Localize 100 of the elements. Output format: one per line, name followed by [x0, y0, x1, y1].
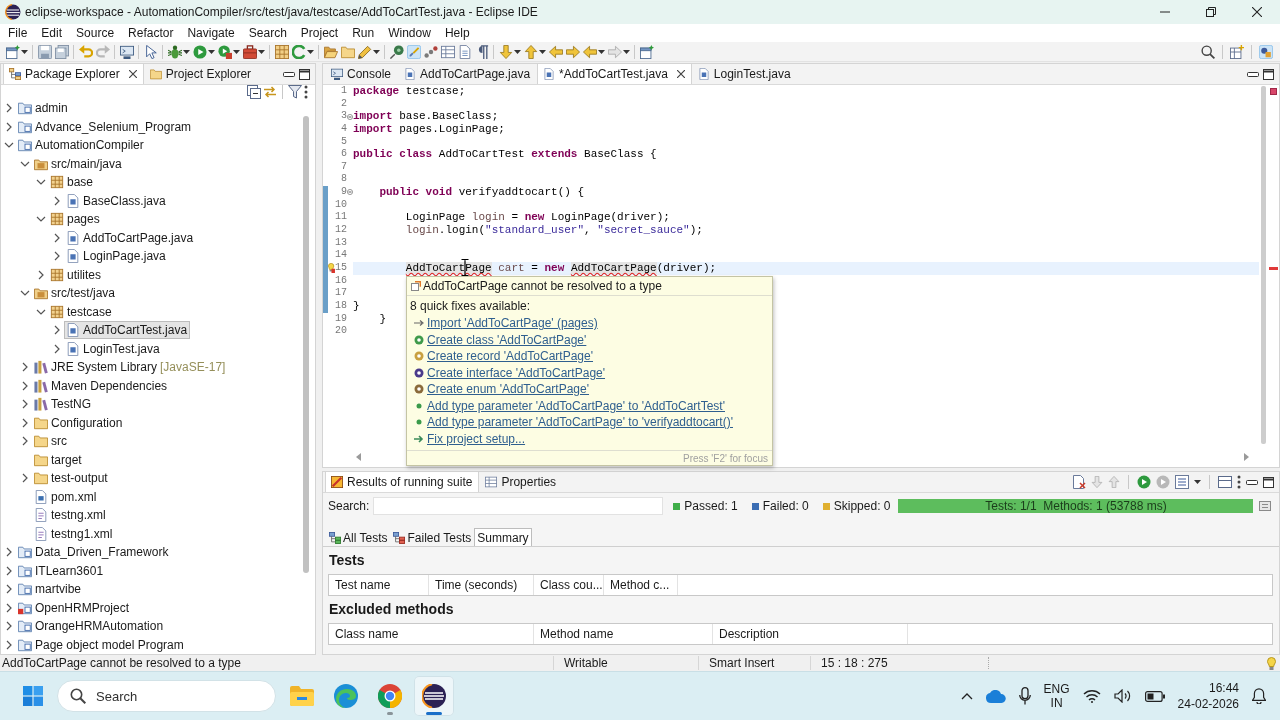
arrow-right-icon[interactable] [565, 44, 580, 59]
tree-item[interactable]: admin [16, 99, 71, 118]
chevron-down-icon[interactable] [36, 216, 46, 223]
close-icon[interactable] [1252, 7, 1262, 17]
chevron-right-icon[interactable] [6, 121, 12, 132]
tree-item[interactable]: pom.xml [32, 487, 100, 506]
search-icon[interactable] [1201, 44, 1215, 59]
tree-item[interactable]: pages [48, 210, 103, 229]
tree-item[interactable]: Data_Driven_Framework [16, 543, 172, 562]
tree-item[interactable]: TestNG [32, 395, 94, 414]
caret-icon[interactable] [598, 49, 605, 54]
chevron-right-icon[interactable] [22, 436, 28, 447]
floppy-disks-icon[interactable] [54, 44, 69, 59]
scrollbar-thumb[interactable] [303, 116, 309, 573]
tree-item[interactable]: OrangeHRMAutomation [16, 617, 167, 636]
tab[interactable]: AddToCartPage.java [398, 64, 538, 84]
tree-item[interactable]: src/main/java [32, 154, 125, 173]
pencil-icon[interactable] [357, 44, 372, 59]
monitor-icon[interactable] [119, 44, 134, 59]
more-icon[interactable] [304, 85, 308, 99]
tab[interactable]: All Tests [326, 528, 391, 546]
tab[interactable]: Console [325, 64, 399, 84]
chevron-right-icon[interactable] [22, 399, 28, 410]
chevron-up-icon[interactable] [960, 692, 973, 700]
play-icon[interactable] [192, 44, 207, 59]
caret-icon[interactable] [1194, 480, 1201, 484]
menu-item[interactable]: Source [69, 24, 122, 42]
chevron-right-icon[interactable] [54, 251, 60, 262]
minimize-icon[interactable] [1247, 71, 1259, 77]
battery-icon[interactable] [1144, 690, 1165, 702]
tree-item[interactable]: src/test/java [32, 284, 119, 303]
panel-icon[interactable] [1259, 501, 1272, 511]
start-icon[interactable] [23, 686, 43, 706]
tree-item[interactable]: target [32, 450, 85, 469]
tree-item[interactable]: LoginPage.java [64, 247, 169, 266]
tab[interactable]: Summary [474, 528, 532, 546]
menu-item[interactable]: Project [293, 24, 346, 42]
chevron-right-icon[interactable] [6, 584, 12, 595]
microphone-icon[interactable] [1018, 687, 1031, 705]
search-field[interactable]: Search [57, 680, 276, 712]
caret-icon[interactable] [21, 49, 28, 54]
menu-item[interactable]: File [1, 24, 35, 42]
chevron-right-icon[interactable] [22, 417, 28, 428]
tree-item[interactable]: Configuration [32, 413, 126, 432]
menu-item[interactable]: Navigate [180, 24, 242, 42]
tab[interactable]: Failed Tests [390, 528, 475, 546]
table-icon[interactable] [440, 44, 455, 59]
tree-item[interactable]: utilites [48, 265, 104, 284]
chevron-right-icon[interactable] [6, 547, 12, 558]
language-button[interactable]: ENG IN [1043, 682, 1070, 710]
cursor-arrow-icon[interactable] [143, 44, 158, 59]
tree-item[interactable]: LoginTest.java [64, 339, 163, 358]
document-x-icon[interactable] [1072, 475, 1086, 489]
folder-open-icon[interactable] [323, 44, 338, 59]
chevron-right-icon[interactable] [6, 103, 12, 114]
new-window-icon[interactable] [639, 44, 654, 59]
chevron-right-icon[interactable] [54, 325, 60, 336]
tree-item[interactable]: src [32, 432, 70, 451]
document-icon[interactable] [457, 44, 472, 59]
tree-item[interactable]: test-output [32, 469, 111, 488]
chevron-right-icon[interactable] [6, 565, 12, 576]
quick-fix-link[interactable]: Create class 'AddToCartPage' [427, 332, 587, 347]
quick-fix-link[interactable]: Create record 'AddToCartPage' [427, 349, 593, 364]
tab[interactable]: Package Explorer [3, 64, 144, 84]
bug-icon[interactable] [167, 44, 182, 59]
quick-fix-link[interactable]: Create enum 'AddToCartPage' [427, 382, 589, 397]
chevron-right-icon[interactable] [22, 473, 28, 484]
quick-fix-link[interactable]: Add type parameter 'AddToCartPage' to 'AddToCartTest' [427, 398, 725, 413]
play-icon[interactable] [1137, 475, 1151, 489]
tab[interactable]: *AddToCartTest.java [537, 64, 692, 84]
caret-icon[interactable] [514, 49, 521, 54]
tab[interactable]: Project Explorer [143, 64, 259, 84]
chevron-right-icon[interactable] [54, 195, 60, 206]
maximize-icon[interactable] [1263, 68, 1274, 80]
quick-fix-link[interactable]: Fix project setup... [427, 431, 526, 446]
caret-icon[interactable] [208, 49, 215, 54]
quick-fix-link[interactable]: Add type parameter 'AddToCartPage' to 'verifyaddtocart()' [427, 415, 733, 430]
quick-fix-link[interactable]: Create interface 'AddToCartPage' [427, 365, 605, 380]
tree-item[interactable]: martvibe [16, 580, 84, 599]
caret-icon[interactable] [183, 49, 190, 54]
maximize-icon[interactable] [299, 68, 310, 80]
minimize-icon[interactable] [283, 71, 295, 77]
layout-icon[interactable] [1218, 476, 1232, 488]
tree-item[interactable]: testcase [48, 302, 115, 321]
wifi-icon[interactable] [1082, 689, 1101, 703]
chevron-right-icon[interactable] [54, 232, 60, 243]
briefcase-icon[interactable] [242, 44, 257, 59]
chevron-right-icon[interactable] [54, 343, 60, 354]
caret-icon[interactable] [258, 49, 265, 54]
quick-fix-link[interactable]: Import 'AddToCartPage' (pages) [427, 316, 598, 331]
clock-button[interactable]: 16:44 24-02-2026 [1177, 680, 1239, 712]
menu-item[interactable]: Edit [34, 24, 70, 42]
scroll-left-icon[interactable] [356, 452, 361, 461]
caret-icon[interactable] [623, 49, 630, 54]
caret-icon[interactable] [539, 49, 546, 54]
chevron-down-icon[interactable] [20, 290, 30, 297]
brush-icon[interactable] [406, 44, 421, 59]
more-icon[interactable] [1237, 475, 1241, 489]
menu-item[interactable]: Refactor [121, 24, 181, 42]
chevron-right-icon[interactable] [6, 639, 12, 650]
